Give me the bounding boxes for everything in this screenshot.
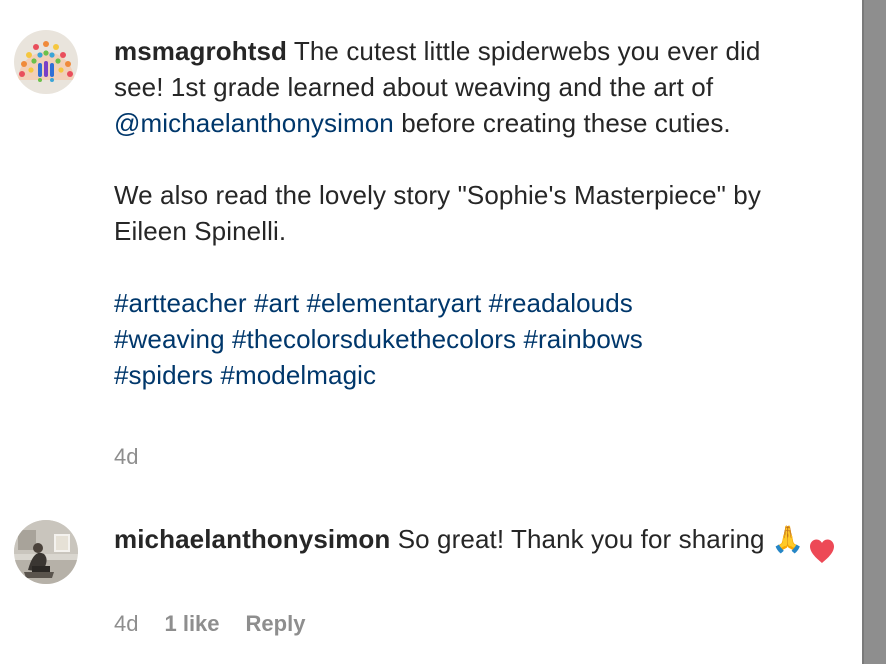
hashtag-list: #artteacher #art #elementaryart #readalo… bbox=[114, 285, 814, 393]
comment-timestamp[interactable]: 4d bbox=[114, 611, 138, 637]
rainbow-art-avatar-icon[interactable] bbox=[14, 30, 78, 94]
hashtag-link[interactable]: #art bbox=[254, 288, 299, 318]
likes-count[interactable]: 1 like bbox=[164, 611, 219, 637]
comment-meta: 4d bbox=[114, 444, 138, 470]
hashtag-link[interactable]: #spiders bbox=[114, 360, 213, 390]
hashtag-link[interactable]: #artteacher bbox=[114, 288, 247, 318]
hashtag-link[interactable]: #rainbows bbox=[523, 324, 642, 354]
comment-body: michaelanthonysimon So great! Thank you … bbox=[114, 521, 814, 557]
comment-paragraph-2: We also read the lovely story "Sophie's … bbox=[114, 180, 761, 246]
comment-username[interactable]: msmagrohtsd bbox=[114, 36, 287, 66]
hashtag-link[interactable]: #thecolorsdukethecolors bbox=[232, 324, 516, 354]
comment-username[interactable]: michaelanthonysimon bbox=[114, 524, 390, 554]
comment-body: msmagrohtsd The cutest little spiderwebs… bbox=[114, 33, 814, 393]
comment-timestamp[interactable]: 4d bbox=[114, 444, 138, 470]
hashtag-link[interactable]: #modelmagic bbox=[220, 360, 376, 390]
comment-text: michaelanthonysimon So great! Thank you … bbox=[114, 521, 814, 557]
scrollbar-track[interactable] bbox=[862, 0, 886, 664]
comment-text-end: before creating these cuties. bbox=[401, 108, 731, 138]
comment-text: msmagrohtsd The cutest little spiderwebs… bbox=[114, 33, 814, 141]
comment-meta: 4d 1 like Reply bbox=[114, 611, 305, 637]
hashtag-link[interactable]: #readalouds bbox=[489, 288, 633, 318]
gallery-photo-avatar-icon[interactable] bbox=[14, 520, 78, 584]
mention-link[interactable]: @michaelanthonysimon bbox=[114, 108, 394, 138]
comment-text-content: So great! Thank you for sharing 🙏 bbox=[397, 524, 805, 554]
hashtag-link[interactable]: #elementaryart bbox=[306, 288, 481, 318]
scrollbar-edge bbox=[862, 0, 864, 664]
reply-button[interactable]: Reply bbox=[246, 611, 306, 637]
heart-icon[interactable] bbox=[808, 538, 836, 564]
hashtag-link[interactable]: #weaving bbox=[114, 324, 225, 354]
